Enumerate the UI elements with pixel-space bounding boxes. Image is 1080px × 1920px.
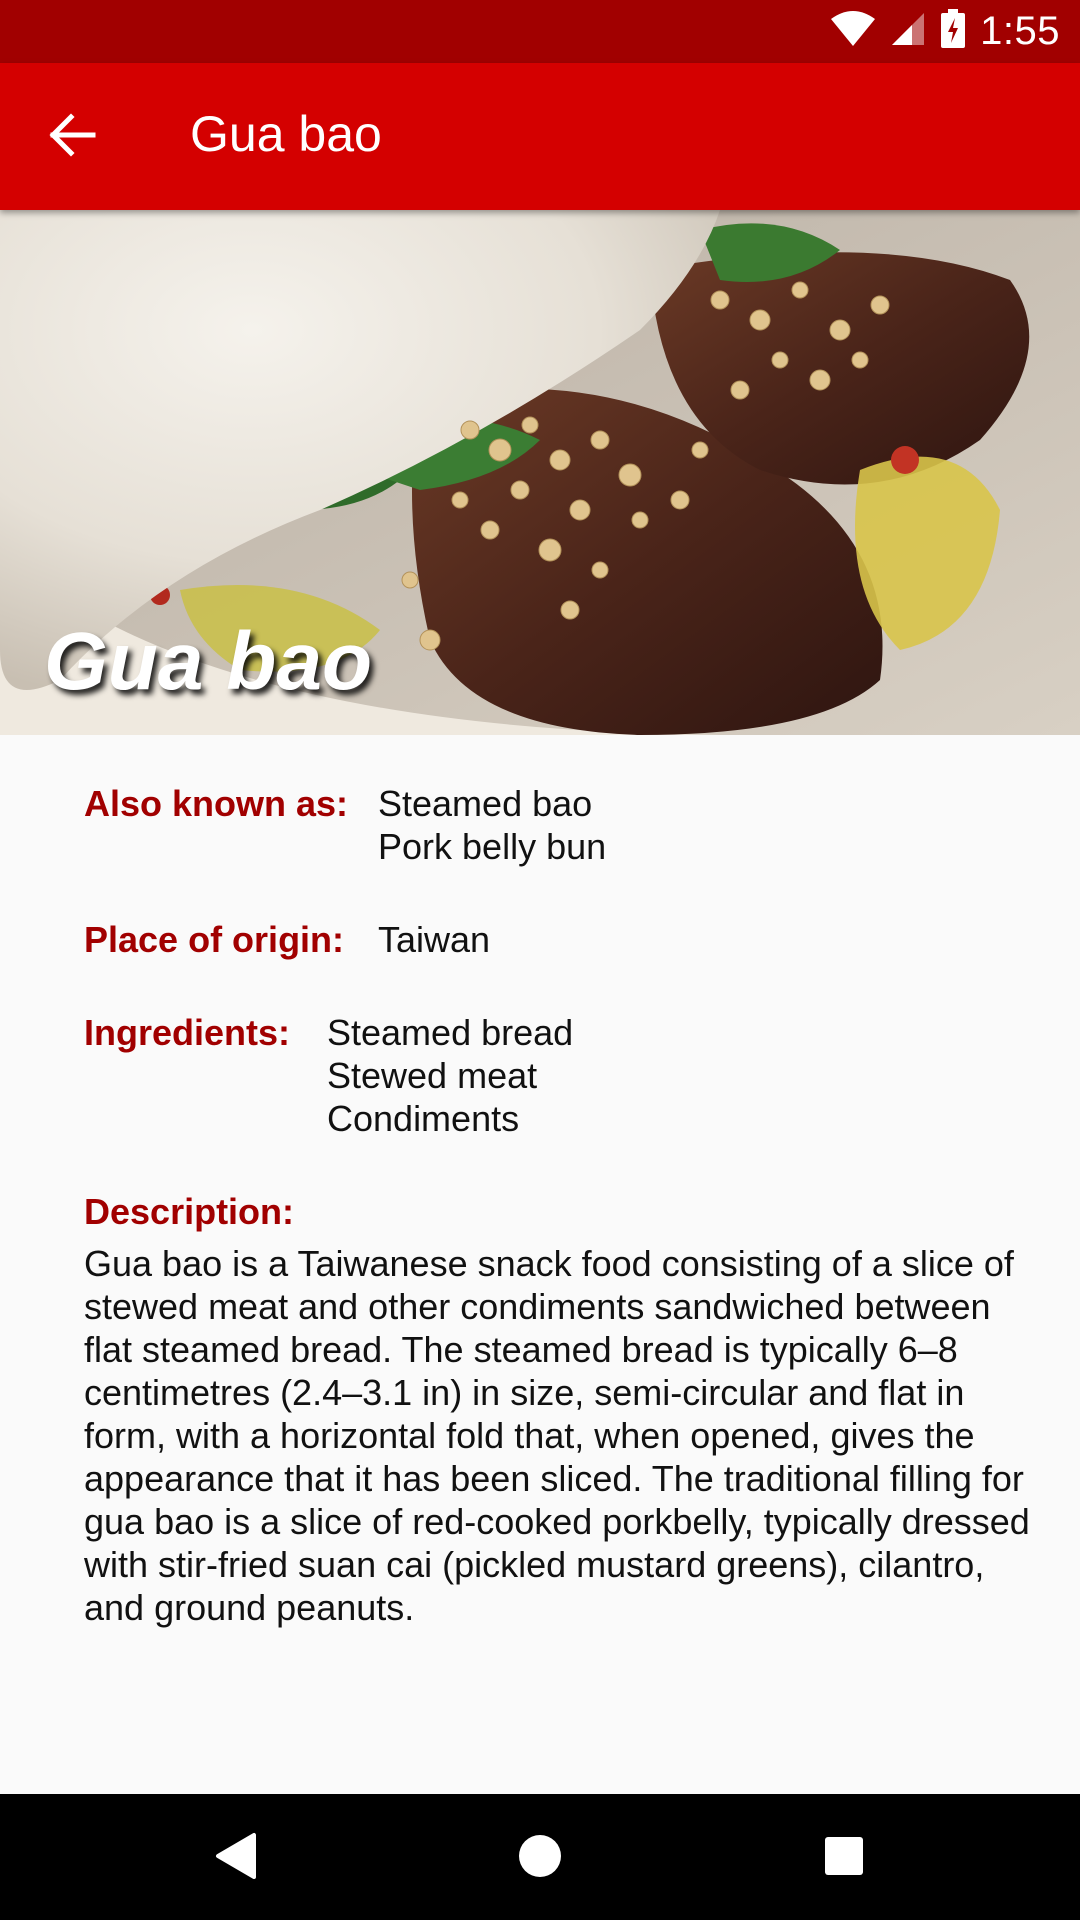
description-text: Gua bao is a Taiwanese snack food consis… <box>84 1243 1030 1628</box>
home-circle-icon <box>517 1833 563 1884</box>
ingredient-item: Stewed meat <box>327 1055 538 1096</box>
also-known-as-value: Pork belly bun <box>378 826 607 867</box>
hero-image: Gua bao <box>0 210 1080 735</box>
also-known-as-value: Steamed bao <box>378 783 593 824</box>
ingredient-item: Steamed bread <box>327 1012 574 1053</box>
place-of-origin-label: Place of origin: <box>84 919 345 960</box>
battery-charging-icon <box>940 9 966 54</box>
nav-home-button[interactable] <box>504 1822 576 1894</box>
wifi-icon <box>830 11 876 52</box>
place-of-origin-value: Taiwan <box>378 919 491 960</box>
recents-square-icon <box>823 1835 865 1882</box>
status-bar: 1:55 <box>0 0 1080 63</box>
also-known-as-row: Also known as: Steamed bao Pork belly bu… <box>84 782 1044 868</box>
back-triangle-icon <box>214 1832 258 1885</box>
navigation-bar <box>0 1794 1080 1920</box>
nav-recents-button[interactable] <box>808 1822 880 1894</box>
ingredients-row: Ingredients: Steamed bread Stewed meat C… <box>84 1011 1044 1140</box>
also-known-as-label: Also known as: <box>84 783 349 824</box>
arrow-back-icon <box>49 112 97 162</box>
ingredient-item: Condiments <box>327 1098 520 1139</box>
hero-title: Gua bao <box>44 616 373 707</box>
screen: 1:55 Gua bao Gua bao Also known as: Stea… <box>0 0 1080 1920</box>
description-label: Description: <box>84 1191 295 1232</box>
app-bar-title: Gua bao <box>190 106 382 162</box>
status-time: 1:55 <box>980 9 1060 53</box>
back-button[interactable] <box>26 93 120 181</box>
app-bar: Gua bao <box>0 63 1080 210</box>
also-known-as-values: Steamed bao Pork belly bun <box>378 782 606 868</box>
ingredients-values: Steamed bread Stewed meat Condiments <box>327 1011 573 1140</box>
place-of-origin-row: Place of origin: Taiwan <box>84 918 1044 961</box>
place-of-origin-values: Taiwan <box>378 918 490 961</box>
nav-back-button[interactable] <box>200 1822 272 1894</box>
ingredients-label: Ingredients: <box>84 1012 291 1053</box>
status-icons: 1:55 <box>830 8 1060 55</box>
cell-signal-icon <box>890 11 926 52</box>
